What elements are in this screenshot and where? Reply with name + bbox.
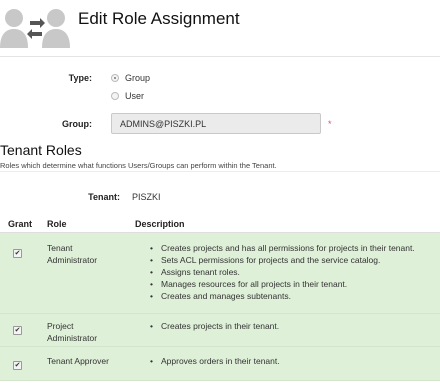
- table-row: ✔ Project Administrator Creates projects…: [0, 314, 440, 347]
- type-label: Type:: [68, 73, 92, 83]
- group-radio[interactable]: [111, 74, 119, 82]
- table-row: ✔ Tenant Approver Approves orders in the…: [0, 347, 440, 381]
- list-item: Manages resources for all projects in th…: [148, 278, 415, 290]
- list-item: Creates and manages subtenants.: [148, 290, 415, 302]
- role-name: Project Administrator: [47, 321, 98, 343]
- user-radio[interactable]: [111, 92, 119, 100]
- list-item: Sets ACL permissions for projects and th…: [148, 254, 415, 266]
- group-field[interactable]: ADMINS@PISZKI.PL: [111, 113, 321, 134]
- tenant-label: Tenant:: [88, 192, 120, 202]
- header-divider: [0, 56, 440, 57]
- role-description-list: Approves orders in their tenant.: [148, 355, 280, 367]
- page-title: Edit Role Assignment: [78, 9, 240, 28]
- role-name: Tenant Approver: [47, 356, 109, 366]
- section-divider: [0, 171, 440, 172]
- column-header-description: Description: [135, 219, 185, 229]
- type-option-group[interactable]: Group: [111, 72, 150, 84]
- section-description: Roles which determine what functions Use…: [0, 161, 277, 170]
- section-title: Tenant Roles: [0, 142, 82, 158]
- table-row: ✔ Tenant Administrator Creates projects …: [0, 233, 440, 314]
- page-header: Edit Role Assignment: [0, 0, 440, 48]
- grant-checkbox[interactable]: ✔: [13, 326, 22, 335]
- grant-checkbox[interactable]: ✔: [13, 249, 22, 258]
- role-name: Tenant Administrator: [47, 243, 98, 265]
- type-option-label: User: [125, 91, 145, 101]
- type-option-user[interactable]: User: [111, 90, 144, 102]
- list-item: Creates projects and has all permissions…: [148, 242, 415, 254]
- list-item: Assigns tenant roles.: [148, 266, 415, 278]
- role-description-list: Creates projects in their tenant.: [148, 320, 279, 332]
- column-header-grant: Grant: [8, 219, 33, 229]
- group-label: Group:: [62, 119, 92, 129]
- column-header-role: Role: [47, 219, 67, 229]
- users-swap-icon: [0, 9, 70, 48]
- tenant-value: PISZKI: [132, 192, 161, 202]
- type-option-label: Group: [125, 73, 151, 83]
- list-item: Creates projects in their tenant.: [148, 320, 279, 332]
- required-marker: *: [328, 119, 332, 129]
- role-description-list: Creates projects and has all permissions…: [148, 242, 415, 302]
- list-item: Approves orders in their tenant.: [148, 355, 280, 367]
- grant-checkbox[interactable]: ✔: [13, 361, 22, 370]
